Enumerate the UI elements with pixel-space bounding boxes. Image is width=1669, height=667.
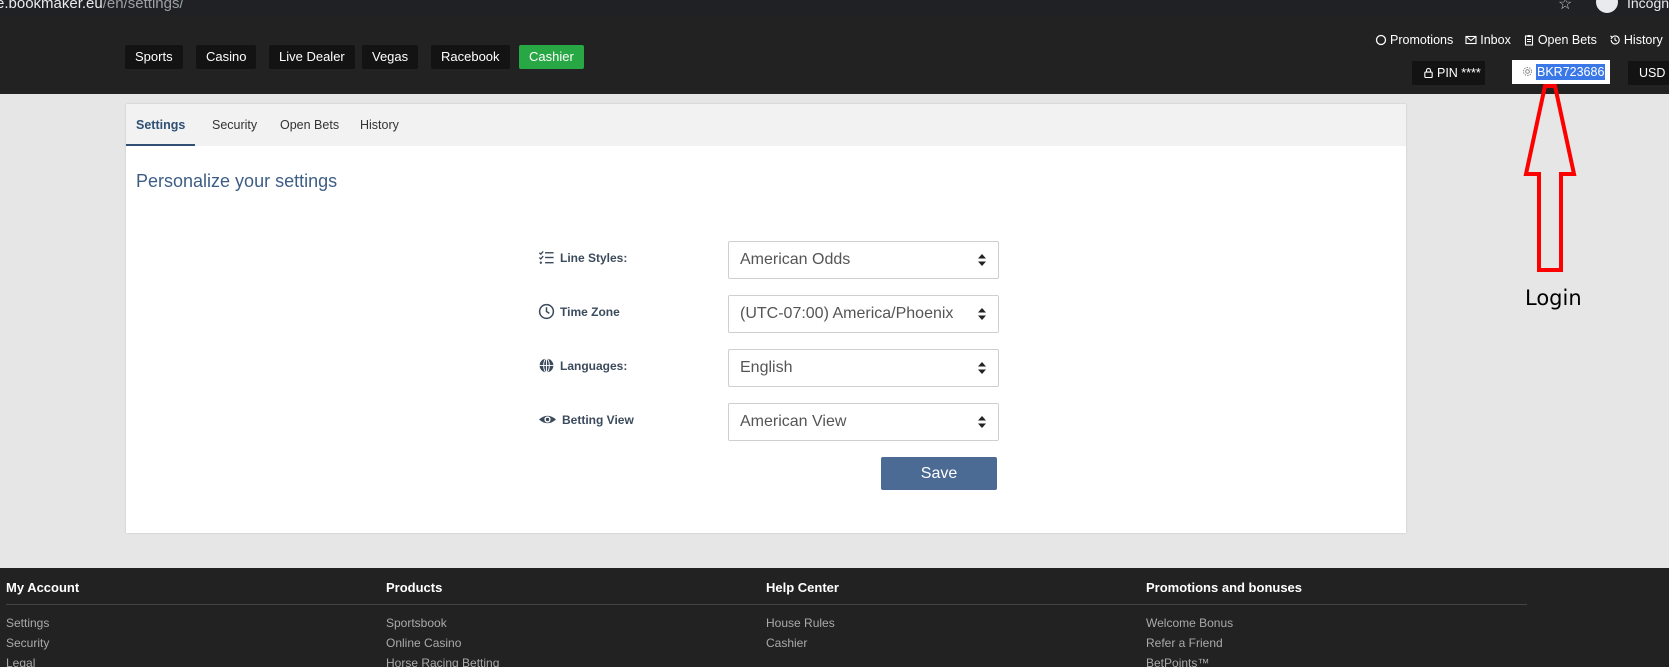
languages-row: Languages: English (538, 349, 999, 387)
betting-view-row: Betting View American View (538, 403, 999, 441)
languages-label: Languages: (538, 357, 627, 374)
nav-cashier[interactable]: Cashier (519, 45, 584, 69)
time-zone-select[interactable]: (UTC-07:00) America/Phoenix (728, 295, 999, 333)
footer-link-sportsbook[interactable]: Sportsbook (386, 613, 499, 633)
footer-heading: My Account (6, 580, 80, 595)
languages-select[interactable]: English (728, 349, 999, 387)
url-domain: e.bookmaker.eu (0, 0, 103, 12)
site-footer: My Account Settings Security Legal Produ… (0, 568, 1669, 667)
sort-arrows-icon (978, 416, 986, 428)
footer-link-cashier[interactable]: Cashier (766, 633, 839, 653)
footer-link-settings[interactable]: Settings (6, 613, 79, 633)
inbox-link[interactable]: Inbox (1465, 33, 1511, 47)
user-id: BKR723686 (1536, 64, 1606, 80)
sort-arrows-icon (978, 254, 986, 266)
footer-link-betpoints[interactable]: BetPoints™ (1146, 653, 1302, 667)
circle-icon (1375, 34, 1387, 46)
sort-arrows-icon (978, 308, 986, 320)
tab-open-bets[interactable]: Open Bets (270, 104, 349, 146)
footer-col-help-center: Help Center House Rules Cashier (766, 580, 839, 653)
envelope-icon (1465, 35, 1477, 45)
nav-racebook[interactable]: Racebook (431, 45, 510, 69)
settings-tabs: Settings Security Open Bets History (126, 104, 1406, 146)
footer-heading: Products (386, 580, 443, 595)
incognito-label: Incogn (1627, 0, 1669, 11)
user-account-button[interactable]: BKR723686 (1512, 60, 1610, 84)
footer-heading: Help Center (766, 580, 839, 595)
line-styles-label: Line Styles: (538, 249, 627, 266)
tab-history[interactable]: History (350, 104, 409, 146)
footer-link-online-casino[interactable]: Online Casino (386, 633, 499, 653)
globe-icon (539, 358, 554, 373)
footer-link-legal[interactable]: Legal (6, 653, 79, 667)
pin-button[interactable]: PIN **** (1412, 61, 1485, 85)
nav-sports[interactable]: Sports (125, 45, 183, 69)
eye-icon (539, 415, 556, 424)
annotation-arrow-icon (1523, 84, 1577, 272)
settings-card: Settings Security Open Bets History Pers… (126, 104, 1406, 533)
time-zone-row: Time Zone (UTC-07:00) America/Phoenix (538, 295, 999, 333)
footer-heading: Promotions and bonuses (1146, 580, 1303, 595)
promotions-link[interactable]: Promotions (1375, 33, 1453, 47)
nav-vegas[interactable]: Vegas (362, 45, 419, 69)
account-top-links: Promotions Inbox Open Bets History (1375, 33, 1669, 47)
site-header: Sports Casino Live Dealer Vegas Racebook… (0, 15, 1669, 94)
browser-address-bar[interactable]: e.bookmaker.eu/en/settings/ ☆ Incogn (0, 0, 1669, 15)
annotation-login-label: Login (1525, 286, 1582, 310)
footer-link-welcome-bonus[interactable]: Welcome Bonus (1146, 613, 1302, 633)
betting-view-select[interactable]: American View (728, 403, 999, 441)
betting-view-label: Betting View (538, 411, 634, 428)
sort-arrows-icon (978, 362, 986, 374)
footer-link-refer-friend[interactable]: Refer a Friend (1146, 633, 1302, 653)
footer-col-products: Products Sportsbook Online Casino Horse … (386, 580, 499, 667)
open-bets-link[interactable]: Open Bets (1523, 33, 1597, 47)
balance-button[interactable]: USD 0 (1628, 61, 1669, 85)
pin-label: PIN **** (1437, 66, 1481, 80)
clipboard-icon (1524, 35, 1533, 46)
url-path: /en/settings/ (102, 0, 184, 12)
list-check-icon (538, 250, 554, 264)
nav-casino[interactable]: Casino (196, 45, 257, 69)
incognito-icon[interactable] (1596, 0, 1618, 13)
browser-url[interactable]: e.bookmaker.eu/en/settings/ (0, 0, 184, 12)
footer-col-promotions: Promotions and bonuses Welcome Bonus Ref… (1146, 580, 1302, 667)
line-styles-select[interactable]: American Odds (728, 241, 999, 279)
page-title: Personalize your settings (136, 171, 338, 191)
tab-settings[interactable]: Settings (126, 104, 196, 146)
history-icon (1610, 35, 1620, 45)
save-button[interactable]: Save (881, 457, 997, 490)
nav-live-dealer[interactable]: Live Dealer (269, 45, 355, 69)
footer-link-horse-racing[interactable]: Horse Racing Betting (386, 653, 499, 667)
footer-link-security[interactable]: Security (6, 633, 79, 653)
lock-icon (1424, 67, 1433, 79)
time-zone-label: Time Zone (538, 303, 620, 320)
line-styles-row: Line Styles: American Odds (538, 241, 999, 279)
bookmark-star-icon[interactable]: ☆ (1558, 0, 1572, 14)
history-link[interactable]: History (1609, 33, 1663, 47)
tab-security[interactable]: Security (202, 104, 267, 146)
gear-icon (1522, 66, 1533, 77)
clock-icon (538, 303, 555, 320)
footer-link-house-rules[interactable]: House Rules (766, 613, 839, 633)
footer-col-my-account: My Account Settings Security Legal (6, 580, 79, 667)
